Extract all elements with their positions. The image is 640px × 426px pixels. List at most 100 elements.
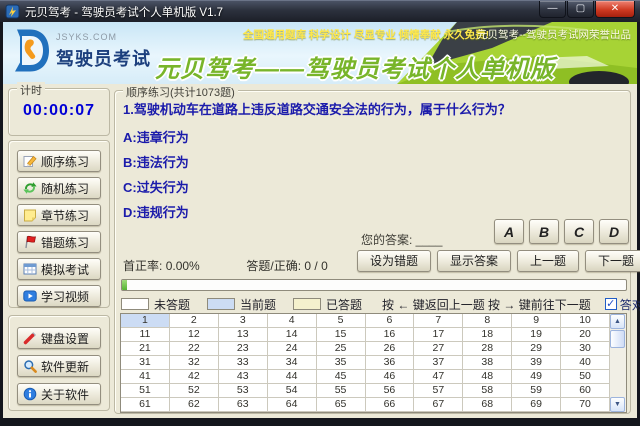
question-cell-49[interactable]: 49 [512,370,561,384]
question-cell-25[interactable]: 25 [317,342,366,356]
question-cell-22[interactable]: 22 [170,342,219,356]
question-cell-51[interactable]: 51 [121,384,170,398]
question-cell-64[interactable]: 64 [268,398,317,412]
question-cell-69[interactable]: 69 [512,398,561,412]
question-cell-53[interactable]: 53 [219,384,268,398]
question-cell-63[interactable]: 63 [219,398,268,412]
question-cell-2[interactable]: 2 [170,314,219,328]
question-cell-4[interactable]: 4 [268,314,317,328]
question-cell-36[interactable]: 36 [366,356,415,370]
question-cell-40[interactable]: 40 [561,356,610,370]
question-cell-18[interactable]: 18 [463,328,512,342]
chapter-practice-button[interactable]: 章节练习 [17,204,101,226]
minimize-button[interactable]: — [539,1,566,18]
answer-option-d[interactable]: D:违规行为 [123,200,189,225]
question-cell-30[interactable]: 30 [561,342,610,356]
question-cell-27[interactable]: 27 [414,342,463,356]
question-cell-35[interactable]: 35 [317,356,366,370]
answer-option-a[interactable]: A:违章行为 [123,125,189,150]
question-cell-20[interactable]: 20 [561,328,610,342]
sequence-practice-button[interactable]: 顺序练习 [17,150,101,172]
question-cell-21[interactable]: 21 [121,342,170,356]
question-cell-24[interactable]: 24 [268,342,317,356]
about-software-button[interactable]: 关于软件 [17,383,101,405]
question-cell-29[interactable]: 29 [512,342,561,356]
previous-question-button[interactable]: 上一题 [517,250,579,272]
auto-next-toggle[interactable]: ✓ 答对自动转到下一题 [605,296,640,313]
mark-as-wrong-button[interactable]: 设为错题 [357,250,431,272]
question-cell-26[interactable]: 26 [366,342,415,356]
close-button[interactable]: ✕ [595,1,635,18]
question-cell-5[interactable]: 5 [317,314,366,328]
question-cell-65[interactable]: 65 [317,398,366,412]
question-cell-66[interactable]: 66 [366,398,415,412]
question-cell-28[interactable]: 28 [463,342,512,356]
question-cell-55[interactable]: 55 [317,384,366,398]
question-cell-46[interactable]: 46 [366,370,415,384]
wrong-question-practice-button[interactable]: 错题练习 [17,231,101,253]
study-video-button[interactable]: 学习视频 [17,285,101,307]
question-cell-37[interactable]: 37 [414,356,463,370]
question-cell-45[interactable]: 45 [317,370,366,384]
question-cell-56[interactable]: 56 [366,384,415,398]
question-cell-50[interactable]: 50 [561,370,610,384]
question-cell-10[interactable]: 10 [561,314,610,328]
question-cell-47[interactable]: 47 [414,370,463,384]
question-cell-19[interactable]: 19 [512,328,561,342]
question-cell-54[interactable]: 54 [268,384,317,398]
question-cell-42[interactable]: 42 [170,370,219,384]
question-cell-68[interactable]: 68 [463,398,512,412]
question-cell-39[interactable]: 39 [512,356,561,370]
question-cell-48[interactable]: 48 [463,370,512,384]
question-cell-59[interactable]: 59 [512,384,561,398]
answer-option-c[interactable]: C:过失行为 [123,175,189,200]
next-question-button[interactable]: 下一题 [585,250,640,272]
show-answer-button[interactable]: 显示答案 [437,250,511,272]
scroll-up-icon[interactable]: ▲ [610,314,625,329]
keyboard-settings-button[interactable]: 键盘设置 [17,327,101,349]
question-cell-43[interactable]: 43 [219,370,268,384]
scrollbar-thumb[interactable] [610,330,625,348]
question-cell-1[interactable]: 1 [121,314,170,328]
question-cell-52[interactable]: 52 [170,384,219,398]
question-cell-67[interactable]: 67 [414,398,463,412]
question-cell-3[interactable]: 3 [219,314,268,328]
answer-button-c[interactable]: C [564,219,594,244]
question-cell-7[interactable]: 7 [414,314,463,328]
question-cell-15[interactable]: 15 [317,328,366,342]
question-cell-41[interactable]: 41 [121,370,170,384]
question-cell-13[interactable]: 13 [219,328,268,342]
maximize-button[interactable]: ▢ [567,1,594,18]
auto-next-checkbox[interactable]: ✓ [605,298,617,310]
question-cell-33[interactable]: 33 [219,356,268,370]
question-cell-12[interactable]: 12 [170,328,219,342]
mock-exam-button[interactable]: 模拟考试 [17,258,101,280]
scroll-down-icon[interactable]: ▼ [610,397,625,412]
question-cell-17[interactable]: 17 [414,328,463,342]
question-cell-38[interactable]: 38 [463,356,512,370]
random-practice-button[interactable]: 随机练习 [17,177,101,199]
question-cell-70[interactable]: 70 [561,398,610,412]
question-cell-44[interactable]: 44 [268,370,317,384]
answer-button-a[interactable]: A [494,219,524,244]
answer-option-b[interactable]: B:违法行为 [123,150,189,175]
question-cell-11[interactable]: 11 [121,328,170,342]
question-cell-60[interactable]: 60 [561,384,610,398]
question-cell-58[interactable]: 58 [463,384,512,398]
question-cell-8[interactable]: 8 [463,314,512,328]
answer-button-d[interactable]: D [599,219,629,244]
question-cell-34[interactable]: 34 [268,356,317,370]
question-cell-23[interactable]: 23 [219,342,268,356]
question-cell-61[interactable]: 61 [121,398,170,412]
question-cell-6[interactable]: 6 [366,314,415,328]
answer-button-b[interactable]: B [529,219,559,244]
question-cell-62[interactable]: 62 [170,398,219,412]
question-cell-9[interactable]: 9 [512,314,561,328]
question-cell-32[interactable]: 32 [170,356,219,370]
question-cell-14[interactable]: 14 [268,328,317,342]
software-update-button[interactable]: 软件更新 [17,355,101,377]
question-cell-16[interactable]: 16 [366,328,415,342]
question-cell-57[interactable]: 57 [414,384,463,398]
question-cell-31[interactable]: 31 [121,356,170,370]
grid-scrollbar[interactable]: ▲ ▼ [609,314,626,412]
